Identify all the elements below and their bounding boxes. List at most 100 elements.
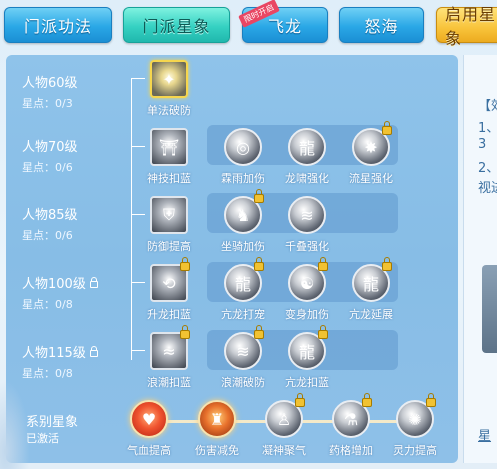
row-level-60: 人物60级 星点：0/3 xyxy=(22,72,78,111)
star-node[interactable]: ◎ 霖雨加伤 xyxy=(208,128,278,186)
node-label: 灵力提高 xyxy=(393,444,437,457)
meteor-icon: ✸ xyxy=(352,121,392,166)
dragon-head-icon: 龍 xyxy=(288,128,326,166)
level-label: 人物115级 xyxy=(22,346,86,361)
warrior-icon: ♜ xyxy=(198,400,236,438)
lock-icon xyxy=(89,345,98,357)
node-label: 药格增加 xyxy=(329,444,373,457)
lock-icon xyxy=(180,257,190,271)
node-label: 亢龙延展 xyxy=(349,308,393,321)
series-status: 已激活 xyxy=(26,432,59,445)
node-label: 霖雨加伤 xyxy=(221,172,265,185)
series-node[interactable]: ♜ 伤害减免 xyxy=(182,400,252,458)
star-node[interactable]: ♞ 坐骑加伤 xyxy=(208,189,278,254)
lock-icon xyxy=(180,325,190,339)
node-label: 气血提高 xyxy=(127,444,171,457)
enable-stars-button[interactable]: 启用星象 xyxy=(436,5,497,48)
level-label: 人物70级 xyxy=(22,140,78,155)
pagoda-icon: ⛩ xyxy=(150,128,188,166)
star-node[interactable]: ✦ 单法破防 xyxy=(134,60,204,118)
node-label: 流星强化 xyxy=(349,172,393,185)
star-node[interactable]: 龍 龙啸强化 xyxy=(272,128,342,186)
lock-icon xyxy=(426,393,436,407)
node-label: 单法破防 xyxy=(147,104,191,117)
series-node[interactable]: ♙ 凝神聚气 xyxy=(249,393,319,458)
background-decoration xyxy=(0,380,30,469)
level-label: 人物60级 xyxy=(22,76,78,91)
star-node[interactable]: 龍 亢龙扣蓝 xyxy=(272,325,342,390)
lock-icon xyxy=(382,257,392,271)
tab-label: 门派星象 xyxy=(142,17,211,36)
footer-link[interactable]: 星 xyxy=(478,425,491,444)
tree-trunk-line xyxy=(131,78,132,360)
star-count: 星点：0/6 xyxy=(22,161,73,174)
row-level-70: 人物70级 星点：0/6 xyxy=(22,136,78,175)
tab-label: 门派功法 xyxy=(23,17,92,36)
lock-icon xyxy=(254,325,264,339)
level-label: 人物85级 xyxy=(22,208,78,223)
lock-icon xyxy=(254,189,264,203)
node-label: 防御提高 xyxy=(147,240,191,253)
mount-icon: ♞ xyxy=(224,189,264,234)
level-label: 人物100级 xyxy=(22,277,86,292)
series-node[interactable]: ✺ 灵力提高 xyxy=(380,393,450,458)
star-node[interactable]: ≋ 浪潮破防 xyxy=(208,325,278,390)
tab-label: 飞龙 xyxy=(267,17,302,36)
action-button-partial[interactable] xyxy=(482,265,497,353)
lock-icon xyxy=(254,257,264,271)
lock-icon xyxy=(318,325,328,339)
node-label: 升龙扣蓝 xyxy=(147,308,191,321)
lock-icon xyxy=(318,257,328,271)
swirl-icon: ◎ xyxy=(224,128,262,166)
series-node[interactable]: ⚗ 药格增加 xyxy=(316,393,386,458)
heart-icon: ♥ xyxy=(130,400,168,438)
node-label: 亢龙扣蓝 xyxy=(285,376,329,389)
node-label: 变身加伤 xyxy=(285,308,329,321)
lock-icon xyxy=(295,393,305,407)
star-node[interactable]: ⛨ 防御提高 xyxy=(134,196,204,254)
tab-sect-stars[interactable]: 门派星象 xyxy=(123,7,230,43)
star-node[interactable]: 龍 亢龙打宠 xyxy=(208,257,278,322)
potion-icon: ⚗ xyxy=(332,393,372,438)
effect-text-line: 1、 xyxy=(478,121,497,136)
tab-flying-dragon[interactable]: 限时开启 飞龙 xyxy=(238,0,328,43)
dragon-mana-icon: 龍 xyxy=(288,325,328,370)
tide-icon: ≈ xyxy=(150,325,190,370)
node-label: 坐骑加伤 xyxy=(221,240,265,253)
row-level-115: 人物115级 星点：0/8 xyxy=(22,342,98,381)
tab-label: 怒海 xyxy=(364,17,399,36)
node-label: 浪潮扣蓝 xyxy=(147,376,191,389)
star-node[interactable]: ☯ 变身加伤 xyxy=(272,257,342,322)
node-label: 浪潮破防 xyxy=(221,376,265,389)
tab-angry-sea[interactable]: 怒海 xyxy=(339,7,424,43)
star-node[interactable]: ⟲ 升龙扣蓝 xyxy=(134,257,204,322)
top-tab-bar: 门派功法 门派星象 限时开启 飞龙 怒海 启用星象 xyxy=(0,0,497,50)
tide-break-icon: ≋ xyxy=(224,325,264,370)
star-node[interactable]: ⛩ 神技扣蓝 xyxy=(134,128,204,186)
series-title: 系别星象 xyxy=(26,415,79,430)
star-node[interactable]: ≋ 千叠强化 xyxy=(272,196,342,254)
star-node[interactable]: 龍 亢龙延展 xyxy=(336,257,406,322)
effect-text-line: 视进 xyxy=(478,181,497,196)
effect-text-line: 3 xyxy=(478,137,487,152)
series-node[interactable]: ♥ 气血提高 xyxy=(114,400,184,458)
row-level-85: 人物85级 星点：0/6 xyxy=(22,204,78,243)
star-count: 星点：0/8 xyxy=(22,367,73,380)
lock-icon xyxy=(362,393,372,407)
transform-icon: ☯ xyxy=(288,257,328,302)
dragon-extend-icon: 龍 xyxy=(352,257,392,302)
lock-icon xyxy=(382,121,392,135)
node-label: 龙啸强化 xyxy=(285,172,329,185)
star-node[interactable]: ≈ 浪潮扣蓝 xyxy=(134,325,204,390)
shield-icon: ⛨ xyxy=(150,196,188,234)
star-count: 星点：0/6 xyxy=(22,229,73,242)
effect-description-panel: 【效 1、 3 2、 视进 星 xyxy=(463,55,497,463)
node-label: 神技扣蓝 xyxy=(147,172,191,185)
star-node[interactable]: ✸ 流星强化 xyxy=(336,121,406,186)
wave-icon: ≋ xyxy=(288,196,326,234)
effect-text-line: 2、 xyxy=(478,161,497,176)
tab-sect-skills[interactable]: 门派功法 xyxy=(4,7,112,43)
node-label: 伤害减免 xyxy=(195,444,239,457)
star-count: 星点：0/3 xyxy=(22,97,73,110)
meditate-icon: ♙ xyxy=(265,393,305,438)
